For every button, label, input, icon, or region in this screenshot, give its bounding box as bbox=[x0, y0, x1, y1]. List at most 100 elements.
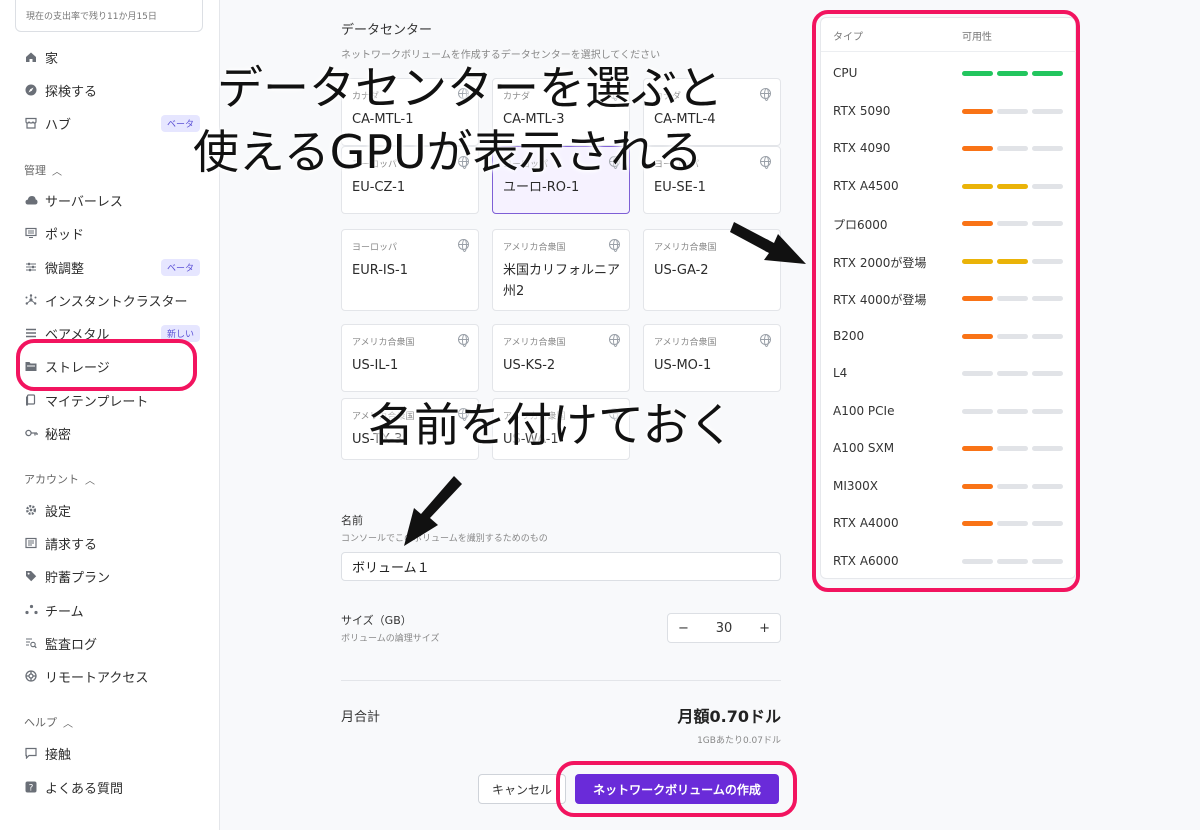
section-help[interactable]: ヘルプ ︿ bbox=[24, 714, 73, 730]
sidebar-item-remote-access[interactable]: リモートアクセス bbox=[24, 665, 200, 687]
section-label: 管理 bbox=[24, 164, 46, 177]
cluster-icon bbox=[24, 293, 38, 307]
globe-icon bbox=[609, 239, 620, 252]
datacenter-card[interactable]: ヨーロッパ EUR-IS-1 bbox=[341, 229, 479, 311]
sidebar-item-label: 微調整 bbox=[45, 261, 85, 277]
datacenter-card[interactable]: アメリカ合衆国 US-IL-1 bbox=[341, 324, 479, 392]
sidebar-item-serverless[interactable]: サーバーレス bbox=[24, 189, 200, 211]
sidebar-item-secrets[interactable]: 秘密 bbox=[24, 422, 200, 444]
gpu-highlight-box bbox=[812, 10, 1080, 592]
sidebar-item-label: 貯蓄プラン bbox=[45, 570, 111, 586]
datacenter-region: ヨーロッパ bbox=[352, 243, 398, 253]
sidebar-item-billing[interactable]: 請求する bbox=[24, 532, 200, 554]
store-icon bbox=[24, 116, 38, 130]
name-label: 名前 bbox=[341, 514, 363, 527]
datacenter-region: アメリカ合衆国 bbox=[352, 338, 415, 348]
globe-icon bbox=[760, 156, 771, 169]
sliders-icon bbox=[24, 260, 38, 274]
sidebar-item-label: 接触 bbox=[45, 747, 72, 763]
datacenter-code: EUR-IS-1 bbox=[352, 263, 408, 278]
section-manage[interactable]: 管理 ︿ bbox=[24, 162, 62, 178]
monthly-total-label: 月合計 bbox=[341, 710, 381, 725]
globe-icon bbox=[760, 88, 771, 101]
sidebar-item-label: よくある質問 bbox=[45, 781, 124, 797]
section-label: ヘルプ bbox=[24, 716, 57, 729]
price-per-gb: 1GBあたり0.07ドル bbox=[697, 736, 781, 746]
datacenter-card[interactable]: アメリカ合衆国 US-KS-2 bbox=[492, 324, 630, 392]
sidebar-item-settings[interactable]: 設定 bbox=[24, 499, 200, 521]
sidebar-item-faq[interactable]: ? よくある質問 bbox=[24, 776, 200, 798]
sidebar-item-label: インスタントクラスター bbox=[45, 294, 188, 310]
globe-icon bbox=[458, 334, 469, 347]
datacenter-region: アメリカ合衆国 bbox=[503, 338, 566, 348]
tag-icon bbox=[24, 569, 38, 583]
sidebar-item-explore[interactable]: 探検する bbox=[24, 79, 200, 101]
sidebar-item-my-templates[interactable]: マイテンプレート bbox=[24, 389, 200, 411]
gear-icon bbox=[24, 503, 38, 517]
sidebar-item-pods[interactable]: ポッド bbox=[24, 222, 200, 244]
sidebar-item-label: 探検する bbox=[45, 84, 98, 100]
beta-badge: ベータ bbox=[160, 258, 200, 276]
question-icon: ? bbox=[24, 780, 38, 794]
list-icon bbox=[24, 326, 38, 340]
datacenter-code: US-MO-1 bbox=[654, 358, 712, 373]
sidebar-item-savings-plan[interactable]: 貯蓄プラン bbox=[24, 565, 200, 587]
monthly-total-value: 月額0.70ドル bbox=[677, 707, 781, 726]
cancel-button[interactable]: キャンセル bbox=[478, 774, 566, 804]
globe-icon bbox=[609, 334, 620, 347]
annotation-line-2: 使えるGPUが表示される bbox=[193, 125, 703, 179]
decrement-button[interactable]: − bbox=[678, 621, 689, 636]
datacenter-region: アメリカ合衆国 bbox=[503, 243, 566, 253]
sidebar-item-label: ハブ bbox=[45, 117, 72, 133]
sidebar-item-audit-log[interactable]: 監査ログ bbox=[24, 632, 200, 654]
datacenter-code: ユーロ-RO-1 bbox=[503, 180, 580, 195]
annotation-line-3: 名前を付けておく bbox=[368, 398, 735, 452]
sidebar-item-home[interactable]: 家 bbox=[24, 46, 200, 68]
sidebar: 現在の支出率で残り11か月15日 家 探検する ハブ ベータ 管理 ︿ サーバー… bbox=[0, 0, 220, 830]
size-hint: ボリュームの論理サイズ bbox=[341, 634, 440, 644]
billing-icon bbox=[24, 536, 38, 550]
sidebar-item-label: 秘密 bbox=[45, 427, 72, 443]
volume-name-input[interactable] bbox=[341, 552, 781, 581]
sidebar-item-label: 家 bbox=[45, 51, 59, 67]
chevron-up-icon: ︿ bbox=[63, 718, 73, 730]
sidebar-item-label: マイテンプレート bbox=[45, 394, 149, 410]
datacenter-code: US-KS-2 bbox=[503, 358, 556, 373]
datacenter-subtitle: ネットワークボリュームを作成するデータセンターを選択してください bbox=[341, 50, 661, 61]
section-label: アカウント bbox=[24, 473, 79, 486]
sidebar-item-finetune[interactable]: 微調整 ベータ bbox=[24, 256, 200, 278]
sidebar-item-label: サーバーレス bbox=[45, 194, 123, 210]
datacenter-code: EU-CZ-1 bbox=[352, 180, 406, 195]
datacenter-card[interactable]: アメリカ合衆国 US-MO-1 bbox=[643, 324, 781, 392]
datacenter-region: アメリカ合衆国 bbox=[654, 338, 717, 348]
sidebar-item-instant-cluster[interactable]: インスタントクラスター bbox=[24, 289, 200, 311]
globe-icon bbox=[760, 334, 771, 347]
datacenter-card[interactable]: アメリカ合衆国米国カリフォルニア州2 bbox=[492, 229, 630, 311]
section-account[interactable]: アカウント ︿ bbox=[24, 471, 95, 487]
datacenter-region: アメリカ合衆国 bbox=[654, 243, 717, 253]
chat-icon bbox=[24, 746, 38, 760]
key-icon bbox=[24, 426, 38, 440]
datacenter-code: 米国カリフォルニア州2 bbox=[503, 263, 621, 299]
sidebar-item-team[interactable]: チーム bbox=[24, 599, 200, 621]
remote-icon bbox=[24, 669, 38, 683]
divider bbox=[341, 680, 781, 681]
arrow-right-icon bbox=[730, 222, 806, 264]
template-icon bbox=[24, 393, 38, 407]
sidebar-item-hub[interactable]: ハブ ベータ bbox=[24, 112, 200, 134]
sidebar-item-label: リモートアクセス bbox=[45, 670, 149, 686]
spend-estimate-box: 現在の支出率で残り11か月15日 bbox=[15, 0, 203, 32]
svg-text:?: ? bbox=[29, 783, 34, 793]
home-icon bbox=[24, 50, 38, 64]
sidebar-item-contact[interactable]: 接触 bbox=[24, 742, 200, 764]
datacenter-code: US-IL-1 bbox=[352, 358, 399, 373]
storage-highlight-box bbox=[16, 339, 197, 391]
compass-icon bbox=[24, 83, 38, 97]
datacenter-heading: データセンター bbox=[341, 23, 433, 38]
increment-button[interactable]: + bbox=[759, 621, 770, 636]
cloud-icon bbox=[24, 193, 38, 207]
size-stepper[interactable]: − 30 + bbox=[667, 613, 781, 643]
arrow-down-left-icon bbox=[404, 476, 462, 546]
size-value[interactable]: 30 bbox=[716, 621, 733, 636]
team-icon bbox=[24, 603, 38, 617]
